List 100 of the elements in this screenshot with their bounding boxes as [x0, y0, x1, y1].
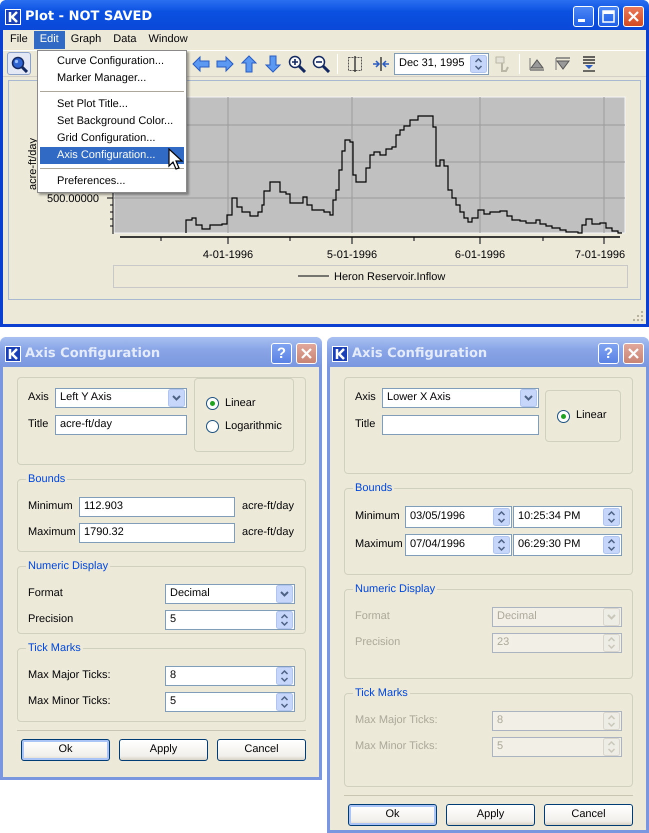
dialog-button[interactable]: Cancel — [217, 739, 306, 761]
field-label: Format — [355, 610, 391, 624]
legend-label: Heron Reservoir.Inflow — [334, 271, 446, 283]
spinner-arrows-icon[interactable] — [603, 508, 620, 526]
minimize-icon — [578, 19, 584, 22]
menu-item[interactable]: Edit — [34, 31, 65, 49]
dialog-button[interactable]: Ok — [21, 739, 110, 761]
menu-item[interactable]: Curve Configuration... — [40, 53, 184, 70]
radio-button[interactable] — [206, 397, 219, 410]
left-arrow-icon[interactable] — [192, 54, 210, 72]
group-title: Numeric Display — [26, 559, 110, 573]
format-dropdown[interactable]: Decimal — [165, 584, 295, 604]
menu-item[interactable]: Set Background Color... — [40, 113, 184, 130]
window-title: Axis Configuration — [352, 346, 488, 362]
time-field[interactable]: 10:25:34 PM — [513, 506, 622, 528]
zoom-button[interactable] — [7, 52, 31, 75]
field-label: Minimum — [28, 500, 74, 514]
date-field[interactable]: 07/04/1996 — [405, 534, 512, 556]
field-label: Title — [28, 418, 50, 432]
spinner-field[interactable]: 5 — [165, 692, 295, 712]
app-icon — [332, 346, 348, 362]
close-button[interactable] — [623, 6, 644, 27]
radio-label: Linear — [576, 409, 607, 423]
field-label: Precision — [355, 636, 402, 650]
unit-label: acre-ft/day — [242, 526, 294, 540]
zoom-out-icon[interactable] — [312, 54, 330, 72]
spinner-arrows-icon[interactable] — [276, 611, 293, 629]
field-label: Maximum — [28, 526, 77, 540]
field-label: Title — [355, 418, 376, 432]
window-title: Axis Configuration — [25, 346, 160, 362]
up-arrow-icon[interactable] — [240, 54, 258, 72]
field-label: Minimum — [355, 510, 401, 524]
down-arrow-icon[interactable] — [264, 54, 282, 72]
number-field[interactable]: 112.903 — [79, 497, 235, 517]
y-tick-label: 500.00000 — [47, 193, 99, 205]
field-label: Axis — [28, 391, 50, 405]
field-label: Max Major Ticks: — [355, 714, 439, 728]
spinner-field[interactable]: 5 — [165, 610, 295, 630]
menu-item[interactable]: Set Plot Title... — [40, 96, 184, 113]
axis-dropdown[interactable]: Left Y Axis — [55, 388, 187, 408]
dialog-button[interactable]: Cancel — [544, 804, 633, 826]
x-tick-label: 5-01-1996 — [326, 249, 378, 261]
field-label: Max Minor Ticks: — [28, 695, 112, 709]
menu-item[interactable]: Grid Configuration... — [40, 130, 184, 147]
maximize-button[interactable] — [598, 6, 619, 27]
radio-label: Linear — [225, 397, 256, 410]
spinner-arrows-icon[interactable] — [493, 536, 510, 554]
split-icon[interactable] — [346, 54, 364, 72]
zoom-in-icon[interactable] — [288, 54, 306, 72]
tool-icon — [493, 54, 511, 72]
radio-label: Logarithmic — [225, 420, 282, 433]
spinner-arrows-icon[interactable] — [470, 54, 487, 72]
menu-item[interactable]: Marker Manager... — [40, 70, 184, 87]
x-tick-label: 7-01-1996 — [574, 249, 626, 261]
window-title: Plot - NOT SAVED — [25, 8, 152, 24]
spinner-arrows-icon[interactable] — [493, 508, 510, 526]
resize-grip[interactable] — [631, 309, 644, 322]
lower-icon[interactable] — [554, 54, 572, 72]
spinner-field[interactable]: 8 — [165, 666, 295, 686]
right-arrow-icon[interactable] — [216, 54, 234, 72]
app-icon — [5, 346, 21, 362]
close-button[interactable] — [623, 343, 644, 364]
maximize-icon — [600, 8, 617, 25]
dialog-button[interactable]: Apply — [119, 739, 208, 761]
x-tick-label: 6-01-1996 — [454, 249, 506, 261]
minimize-button[interactable] — [573, 6, 594, 27]
app-icon — [5, 8, 21, 24]
text-field[interactable] — [382, 415, 539, 435]
x-tick-label: 4-01-1996 — [202, 249, 254, 261]
close-button[interactable] — [296, 343, 317, 364]
time-field[interactable]: 06:29:30 PM — [513, 534, 622, 556]
date-field[interactable]: Dec 31, 1995 — [394, 52, 489, 74]
spinner-arrows-icon[interactable] — [603, 536, 620, 554]
cursor-icon — [168, 148, 184, 171]
magnifier-icon — [10, 54, 28, 72]
menu-item[interactable]: Axis Configuration... — [40, 147, 184, 164]
collapse-icon[interactable] — [372, 54, 390, 72]
field-label: Precision — [28, 613, 74, 627]
number-field[interactable]: 1790.32 — [79, 523, 235, 543]
field-label: Max Major Ticks: — [28, 669, 112, 683]
spinner-arrows-icon[interactable] — [276, 667, 293, 685]
group-title: Numeric Display — [353, 582, 438, 596]
field-label: Max Minor Ticks: — [355, 740, 439, 754]
list-down-icon[interactable] — [580, 54, 598, 72]
text-field[interactable]: acre-ft/day — [55, 415, 187, 435]
field-label: Axis — [355, 391, 377, 405]
field-label: Maximum — [355, 538, 404, 552]
radio-button[interactable] — [206, 420, 219, 433]
menu-item[interactable]: Preferences... — [40, 173, 184, 190]
menu-item[interactable]: File — [4, 31, 34, 49]
field-label: Format — [28, 587, 64, 601]
axis-dropdown[interactable]: Lower X Axis — [382, 388, 539, 408]
menu-item[interactable]: Data — [107, 31, 143, 49]
menu-item[interactable]: Graph — [64, 31, 108, 49]
spinner-arrows-icon[interactable] — [276, 693, 293, 711]
dialog-button[interactable]: Apply — [446, 804, 535, 826]
dialog-button[interactable]: Ok — [348, 804, 437, 826]
radio-button[interactable] — [557, 410, 570, 422]
menu-item[interactable]: Window — [142, 31, 194, 49]
date-field[interactable]: 03/05/1996 — [405, 506, 512, 528]
